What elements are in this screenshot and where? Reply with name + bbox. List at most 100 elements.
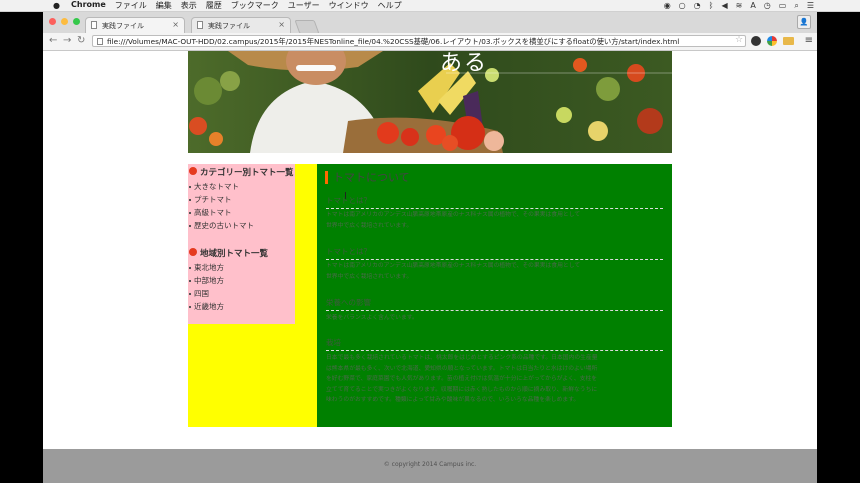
- tab-strip: 実践ファイル × 実践ファイル × 👤: [43, 12, 817, 34]
- url-text: file:///Volumes/MAC-OUT-HDD/02.campus/20…: [107, 37, 680, 46]
- sidebar-item-kinki[interactable]: 近畿地方: [188, 300, 224, 313]
- sidebar-item-label: 大きなトマト: [194, 182, 239, 191]
- bookmark-star-icon[interactable]: ☆: [735, 35, 743, 45]
- chrome-menu-icon[interactable]: ≡: [805, 35, 813, 46]
- sidebar-item-label: 高級トマト: [194, 208, 232, 217]
- circle-icon[interactable]: ○: [679, 1, 686, 11]
- section-text: トマトは南アメリカのアンデス山脈高原地帯原産のナス科ナス属の植物で、その果実は食…: [326, 261, 663, 282]
- record-icon[interactable]: ◉: [664, 1, 671, 11]
- extension-dark-icon[interactable]: [751, 36, 761, 46]
- sidebar-item-label: 四国: [194, 289, 209, 298]
- profile-icon[interactable]: 👤: [797, 15, 811, 29]
- app-menu: Chrome ファイル 編集 表示 履歴 ブックマーク ユーザー ウインドウ ヘ…: [71, 0, 402, 11]
- sidebar-item-tohoku[interactable]: 東北地方: [188, 261, 224, 274]
- sidebar-item-label: 近畿地方: [194, 302, 224, 311]
- sidebar-heading-region: 地域別トマト一覧: [188, 247, 268, 259]
- page-footer: © copyright 2014 Campus inc.: [43, 449, 817, 483]
- main-title: トマトについて: [325, 171, 410, 184]
- battery-icon[interactable]: ▭: [779, 1, 787, 11]
- section-text: 日本で最も多く栽培されているトマトは、桃太郎をはじめとするピンク系の品種です。日…: [326, 353, 663, 406]
- section-text: トマトは南アメリカのアンデス山脈高原地帯原産のナス科ナス属の植物で、その果実は食…: [326, 210, 663, 231]
- page-icon: [97, 38, 103, 45]
- menu-edit[interactable]: 編集: [156, 0, 172, 11]
- sidebar: カテゴリー別トマト一覧 大きなトマト プチトマト 高級トマト 歴史の古いトマト …: [188, 164, 295, 324]
- sidebar-item-big-tomato[interactable]: 大きなトマト: [188, 180, 254, 193]
- status-icons: ◉ ○ ◔ ᛒ ◀ ≋ A ◷ ▭ ⌕ ☰: [664, 1, 814, 11]
- main-content: トマトについて トマトとは？ トマトは南アメリカのアンデス山脈高原地帯原産のナス…: [317, 164, 672, 427]
- section-heading: トマトとは？: [326, 246, 663, 260]
- close-window-icon[interactable]: [49, 18, 56, 25]
- reload-button[interactable]: ↻: [77, 35, 85, 47]
- tab-1-title: 実践ファイル: [102, 22, 144, 30]
- menu-view[interactable]: 表示: [181, 0, 197, 11]
- text-line: は熊本県が最も多く、次いで北海道、愛知県の順となっています。トマトは日当たりと水…: [326, 365, 598, 372]
- text-line: 日本で最も多く栽培されているトマトは、桃太郎をはじめとするピンク系の品種です。日…: [326, 355, 598, 361]
- menu-user[interactable]: ユーザー: [288, 0, 320, 11]
- document-icon: [91, 21, 97, 29]
- volume-icon[interactable]: ◀: [721, 1, 727, 11]
- document-icon: [197, 21, 203, 29]
- mac-menubar: ● Chrome ファイル 編集 表示 履歴 ブックマーク ユーザー ウインドウ…: [0, 0, 860, 12]
- menu-history[interactable]: 履歴: [206, 0, 222, 11]
- text-line: 味わうのがおすすめです。種類によって甘みや酸味が異なるので、いろいろな品種を楽し…: [326, 397, 580, 403]
- tomato-icon: [189, 248, 197, 256]
- menu-window[interactable]: ウインドウ: [329, 0, 369, 11]
- hero-image: ある: [188, 51, 672, 153]
- forward-button[interactable]: →: [63, 35, 71, 47]
- section-heading: 栽培: [326, 337, 663, 351]
- tab-1[interactable]: 実践ファイル ×: [85, 17, 185, 33]
- input-source-icon[interactable]: A: [750, 1, 755, 11]
- tomato-icon: [189, 167, 197, 175]
- new-tab-button[interactable]: [294, 20, 320, 34]
- hero-title: ある: [440, 51, 489, 76]
- category-list: 大きなトマト プチトマト 高級トマト 歴史の古いトマト: [188, 180, 254, 232]
- extension-color-icon[interactable]: [767, 36, 777, 46]
- sidebar-item-shikoku[interactable]: 四国: [188, 287, 224, 300]
- sidebar-item-chubu[interactable]: 中部地方: [188, 274, 224, 287]
- region-list: 東北地方 中部地方 四国 近畿地方: [188, 261, 224, 313]
- sidebar-item-petit-tomato[interactable]: プチトマト: [188, 193, 254, 206]
- wrapper-box: カテゴリー別トマト一覧 大きなトマト プチトマト 高級トマト 歴史の古いトマト …: [188, 164, 672, 427]
- section-heading: 栄養への影響: [326, 297, 663, 311]
- sidebar-heading-region-text: 地域別トマト一覧: [200, 249, 269, 259]
- browser-window: 実践ファイル × 実践ファイル × 👤 ← → ↻ file:///Volume…: [43, 12, 817, 483]
- section-heading: トマトとは？: [326, 195, 663, 209]
- text-line: トマトは南アメリカのアンデス山脈高原地帯原産のナス科ナス属の植物で、その果実は食…: [326, 263, 581, 269]
- menu-file[interactable]: ファイル: [115, 0, 147, 11]
- text-line: 立てて育てることで実つきがよくなります。収穫期には赤く熟したものから順に摘み取り…: [326, 386, 598, 393]
- window-controls: [49, 18, 80, 25]
- sidebar-item-label: 歴史の古いトマト: [194, 221, 254, 230]
- sidebar-item-historic-tomato[interactable]: 歴史の古いトマト: [188, 219, 254, 232]
- address-bar[interactable]: file:///Volumes/MAC-OUT-HDD/02.campus/20…: [92, 35, 746, 47]
- wifi-icon[interactable]: ≋: [736, 1, 743, 11]
- zoom-window-icon[interactable]: [73, 18, 80, 25]
- farmer-tomato-photo: [188, 51, 672, 153]
- menu-bookmarks[interactable]: ブックマーク: [231, 0, 279, 11]
- sidebar-item-label: プチトマト: [194, 195, 232, 204]
- menu-help[interactable]: ヘルプ: [378, 0, 402, 11]
- clock-icon[interactable]: ◔: [694, 1, 701, 11]
- mouse-cursor-icon: I: [344, 191, 347, 202]
- apple-icon[interactable]: ●: [52, 1, 61, 10]
- close-tab-icon[interactable]: ×: [278, 20, 285, 29]
- spotlight-icon[interactable]: ⌕: [794, 1, 798, 11]
- notification-icon[interactable]: ☰: [807, 1, 814, 11]
- sidebar-heading-category: カテゴリー別トマト一覧: [188, 166, 294, 178]
- sidebar-item-premium-tomato[interactable]: 高級トマト: [188, 206, 254, 219]
- time-machine-icon[interactable]: ◷: [764, 1, 771, 11]
- copyright-text: © copyright 2014 Campus inc.: [383, 461, 477, 468]
- extension-folder-icon[interactable]: [783, 37, 794, 45]
- back-button[interactable]: ←: [49, 35, 57, 47]
- bluetooth-icon[interactable]: ᛒ: [709, 1, 714, 11]
- browser-toolbar: ← → ↻ file:///Volumes/MAC-OUT-HDD/02.cam…: [43, 33, 817, 51]
- text-line: 世界中で広く栽培されています。: [326, 273, 413, 280]
- text-line: 世界中で広く栽培されています。: [326, 222, 413, 229]
- sidebar-heading-category-text: カテゴリー別トマト一覧: [200, 168, 294, 178]
- sidebar-item-label: 中部地方: [194, 276, 224, 285]
- minimize-window-icon[interactable]: [61, 18, 68, 25]
- tab-2[interactable]: 実践ファイル ×: [191, 17, 291, 33]
- menu-app-name[interactable]: Chrome: [71, 0, 106, 11]
- section-text: 栄養をバランスよく含んでいます。: [326, 313, 663, 324]
- page-viewport: ある カテゴリー別トマト一覧 大きなトマト プチトマト 高級トマト 歴史の古いト…: [43, 51, 817, 483]
- close-tab-icon[interactable]: ×: [172, 20, 179, 29]
